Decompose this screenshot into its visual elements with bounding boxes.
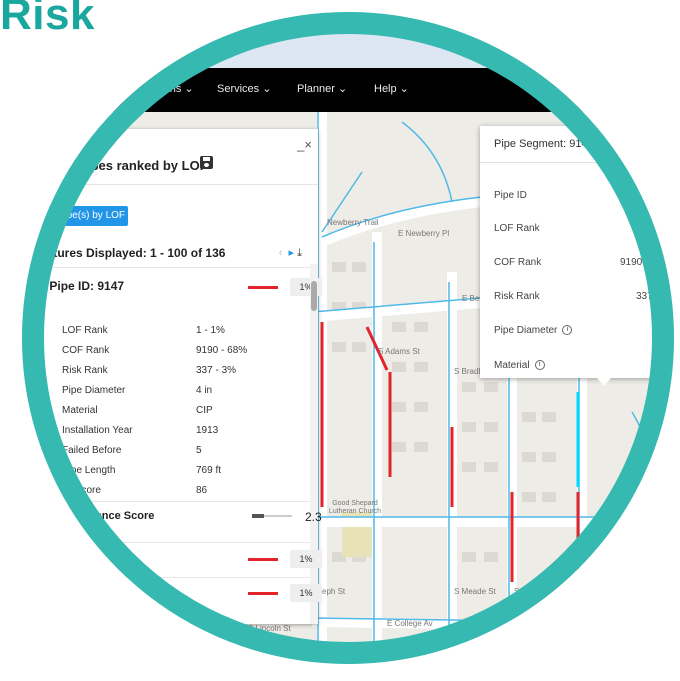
separator <box>40 501 310 502</box>
popup-label-lof-rank: LOF Rank <box>494 223 540 234</box>
scrollbar-thumb[interactable] <box>311 281 317 311</box>
separator <box>40 542 310 543</box>
popup-value-material: CIP <box>658 360 674 371</box>
top-nav-bar <box>22 68 674 112</box>
map-label-meade-st: S Meade St <box>454 587 496 596</box>
features-displayed-count: eatures Displayed: 1 - 100 of 136 <box>40 246 226 260</box>
separator <box>40 577 310 578</box>
popup-value-risk-rank: 337 - 3% <box>636 291 674 302</box>
consequence-score-label: sequence Score <box>70 510 155 522</box>
pipe-pct-badge[interactable]: 1% <box>290 550 322 568</box>
download-icon: ⤓ <box>297 247 302 259</box>
detail-label-ci-score: CI Score <box>62 485 101 496</box>
next-page-icon: ▸ <box>288 247 295 259</box>
pipe-risk-line <box>248 558 278 561</box>
popup-label-pipe-diameter: Pipe Diameter i <box>494 325 573 336</box>
panel-scrollbar[interactable] <box>310 264 318 624</box>
map-label-church: Good Shepard Lutheran Church <box>328 500 382 515</box>
popup-label-material: Material i <box>494 360 545 371</box>
detail-label-failed-before: Failed Before <box>62 445 122 456</box>
detail-value-material: CIP <box>196 405 213 416</box>
map-label-lincoln-st: S Lincoln St <box>248 624 291 633</box>
nav-services[interactable]: Services ⌄ <box>217 82 271 95</box>
detail-label-material: Material <box>62 405 98 416</box>
map-label-college-av: E College Av <box>387 619 433 628</box>
lof-filter-button[interactable]: s of pipe(s) by LOF <box>22 206 128 226</box>
browser-chrome <box>22 12 674 68</box>
popup-title: Pipe Segment: 9147 <box>494 138 594 150</box>
consequence-score-value: 2.3 <box>305 510 322 524</box>
screenshot-circle: Mains ⌄ Services ⌄ Planner ⌄ Help ⌄ Newb… <box>22 12 674 664</box>
detail-value-lof-rank: 1 - 1% <box>196 325 225 336</box>
popup-label-risk-rank: Risk Rank <box>494 291 540 302</box>
popup-pointer <box>597 378 611 386</box>
prev-page-icon: ‹ <box>278 247 283 259</box>
detail-label-cof-rank: COF Rank <box>62 345 110 356</box>
popup-value-pipe-diameter: 4 in <box>656 325 673 336</box>
map-label-newberry-pl: E Newberry Pl <box>398 229 450 238</box>
panel-header: _× % of pipes ranked by LOF <box>22 129 318 185</box>
detail-label-lof-rank: LOF Rank <box>62 325 108 336</box>
pipe-risk-line <box>248 286 278 289</box>
detail-value-cof-rank: 9190 - 68% <box>196 345 248 356</box>
separator <box>480 162 674 163</box>
save-icon[interactable] <box>200 156 213 169</box>
popup-value-cof-rank: 9190 - 68% <box>620 257 672 268</box>
pipe-id-heading[interactable]: ▸ Pipe ID: 9147 <box>40 279 124 293</box>
detail-value-risk-rank: 337 - 3% <box>196 365 237 376</box>
nav-help[interactable]: Help ⌄ <box>374 82 409 95</box>
panel-title: % of pipes ranked by LOF <box>48 158 208 173</box>
map-label-newberry-trail-2: Newberry Trail <box>622 502 674 511</box>
popup-label-cof-rank: COF Rank <box>494 257 542 268</box>
detail-value-pipe-length: 769 ft <box>196 465 222 476</box>
detail-label-installation-year: Installation Year <box>62 425 133 436</box>
detail-value-ci-score: 86 <box>196 485 208 496</box>
detail-label-pipe-diameter: Pipe Diameter <box>62 385 126 396</box>
nav-mains[interactable]: Mains ⌄ <box>152 82 194 95</box>
detail-label-risk-rank: Risk Rank <box>62 365 108 376</box>
map-label-adams-st: S Adams St <box>378 347 420 356</box>
detail-value-pipe-diameter: 4 in <box>196 385 213 396</box>
map-label-newberry-trail: Newberry Trail <box>327 218 379 227</box>
detail-value-failed-before: 5 <box>196 445 202 456</box>
detail-label-pipe-length: Pipe Length <box>62 465 116 476</box>
map-label-franklin-st: S Franklin St <box>514 587 560 596</box>
results-panel: _× % of pipes ranked by LOF s of pipe(s)… <box>22 129 322 624</box>
pipe-risk-line <box>248 592 278 595</box>
info-icon[interactable]: i <box>562 325 573 336</box>
popup-value-lof-rank: 1 - 1% <box>655 223 674 234</box>
info-icon[interactable]: i <box>534 360 545 371</box>
detail-value-installation-year: 1913 <box>196 425 219 436</box>
pipe-segment-popup: Pipe Segment: 9147 Pipe ID LOF Rank 1 - … <box>480 126 674 378</box>
panel-window-controls[interactable]: _× <box>297 137 312 152</box>
pipe-pct-badge[interactable]: 1% <box>290 584 322 602</box>
pager-controls[interactable]: ‹ ▸ ⤓ <box>279 246 302 260</box>
nav-planner[interactable]: Planner ⌄ <box>297 82 347 95</box>
popup-label-pipe-id: Pipe ID <box>494 190 527 201</box>
consequence-score-fill <box>252 514 264 518</box>
separator <box>40 267 310 268</box>
